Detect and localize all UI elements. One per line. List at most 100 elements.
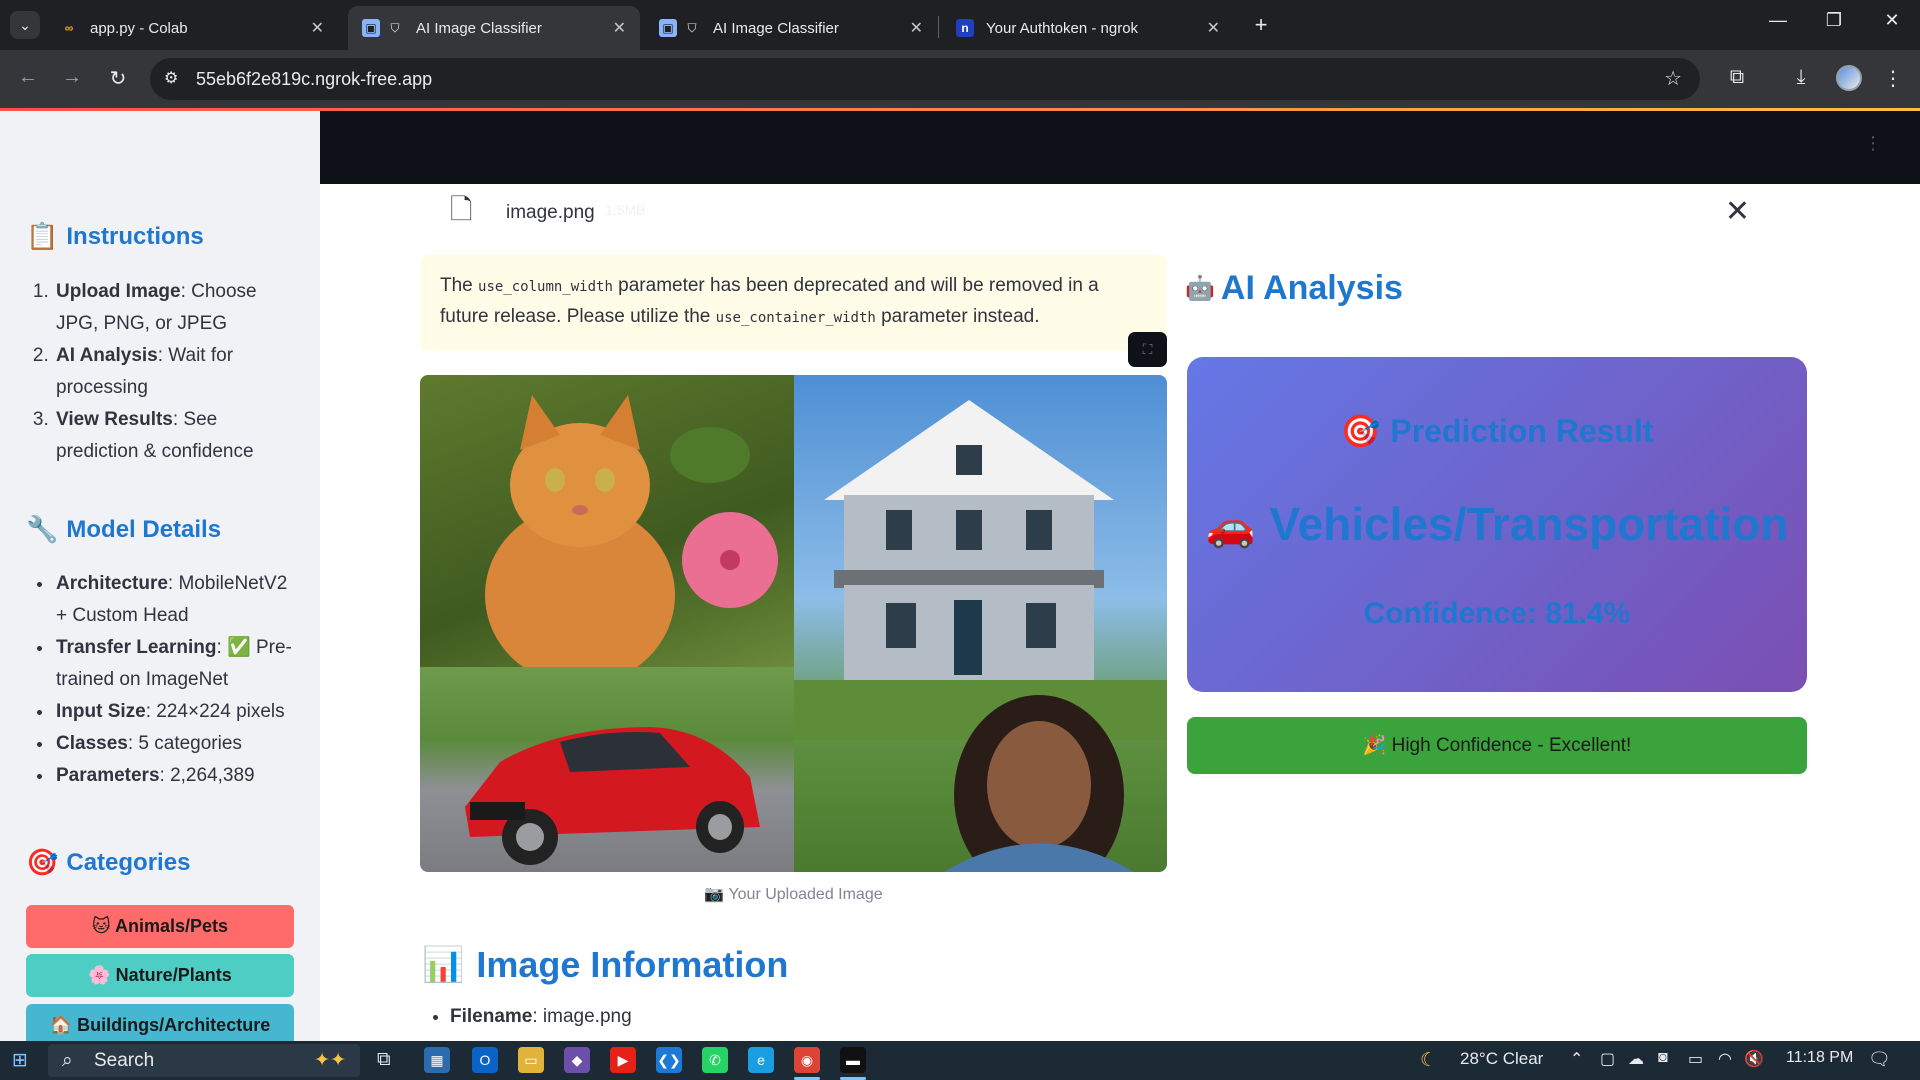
whatsapp-icon[interactable]: ✆ [702,1047,728,1073]
heading-text: Instructions [66,222,204,250]
address-bar[interactable]: ⚙ 55eb6f2e819c.ngrok-free.app ☆ [150,58,1700,100]
tray-chevron-icon[interactable]: ⌃ [1570,1049,1583,1069]
success-alert: 🎉 High Confidence - Excellent! [1187,717,1807,774]
item-bold: Input Size [56,701,146,722]
window-close-icon[interactable]: ✕ [1872,10,1912,31]
item-bold: View Results [56,409,173,430]
prediction-confidence: Confidence: 81.4% [1363,597,1631,630]
terminal-icon[interactable]: ▬ [840,1047,866,1073]
tab-ai-classifier-active[interactable]: ▣ ⛉ AI Image Classifier ✕ [348,6,640,50]
weather-text[interactable]: 28°C Clear [1460,1049,1543,1069]
tray-camera-icon[interactable]: ◙ [1658,1049,1668,1067]
heading-text: Model Details [66,515,222,543]
back-arrow-icon[interactable]: ← [14,66,42,89]
fullscreen-button[interactable]: ⛶ [1128,332,1167,367]
item-text: : 224×224 pixels [145,701,285,722]
streamlit-app: 📋 Instructions Upload Image: Choose JPG,… [0,111,1920,1041]
item-text: : image.png [532,1006,632,1027]
category-buildings-architecture[interactable]: 🏠 Buildings/Architecture [26,1004,294,1041]
minimize-icon[interactable]: — [1758,10,1798,31]
remove-file-icon[interactable]: ✕ [1725,194,1750,229]
file-icon: 🗋 [450,194,473,225]
wrench-icon: 🔧 [26,514,59,544]
tab-title: app.py - Colab [90,19,188,37]
item-text: : 2,264,389 [159,765,255,786]
prediction-card: 🎯 Prediction Result 🚗 Vehicles/Transportat… [1187,357,1807,692]
wifi-icon[interactable]: ◠ [1718,1049,1732,1069]
prediction-title: 🎯 Prediction Result [1187,412,1807,450]
onedrive-cloud-icon[interactable]: ☁ [1628,1049,1644,1069]
outlook-icon[interactable]: O [472,1047,498,1073]
taskbar-search[interactable]: ⌕ Search ✦✦ [48,1044,360,1077]
instructions-list: Upload Image: Choose JPG, PNG, or JPEG A… [26,276,301,468]
target-icon: 🎯 [1340,413,1381,449]
vscode-icon[interactable]: ❮❯ [656,1047,682,1073]
task-view-icon[interactable]: ⧉ [377,1049,391,1071]
search-placeholder: Search [94,1050,155,1071]
store-icon[interactable]: ▦ [424,1047,450,1073]
image-information-heading: 📊 Image Information [422,944,788,986]
prediction-title-text: Prediction Result [1390,413,1654,449]
bookmark-star-icon[interactable]: ☆ [1664,66,1682,91]
category-animals-pets[interactable]: 🐱 Animals/Pets [26,905,294,948]
moon-weather-icon: ☾ [1420,1050,1438,1071]
tab-ngrok[interactable]: n Your Authtoken - ngrok ✕ [942,6,1234,50]
clipboard-icon: 📋 [26,221,59,251]
file-name: image.png [506,202,595,223]
tab-title: Your Authtoken - ngrok [986,19,1139,37]
site-info-icon[interactable]: ⚙ [164,68,178,88]
shield-icon: ⛉ [687,21,697,35]
list-item: Transfer Learning: ✅ Pre-trained on Imag… [54,632,301,696]
target-icon: 🎯 [26,847,59,877]
battery-icon[interactable]: ▭ [1688,1049,1703,1069]
tab-search-chevron-icon[interactable]: ⌄ [10,11,40,39]
prediction-class-text: Vehicles/Transportation [1269,498,1789,550]
close-icon[interactable]: ✕ [311,18,324,38]
clock-time[interactable]: 11:18 PM [1786,1049,1853,1067]
list-item: Filename: image.png [450,1006,632,1028]
heading-text: Categories [66,848,191,876]
extensions-icon[interactable]: ⧉ [1724,66,1750,89]
ngrok-icon: n [956,19,974,37]
car-icon: 🚗 [1205,505,1256,549]
security-app-icon[interactable]: ◆ [564,1047,590,1073]
more-menu-icon[interactable]: ⋮ [1880,66,1906,91]
youtube-icon[interactable]: ▶ [610,1047,636,1073]
forward-arrow-icon[interactable]: → [58,66,86,89]
uploaded-file-row: 🗋 image.png 1.5MB ✕ [420,186,1780,242]
close-icon[interactable]: ✕ [910,18,923,38]
volume-muted-icon[interactable]: 🔇 [1744,1049,1764,1069]
item-bold: Transfer Learning [56,637,217,658]
file-explorer-icon[interactable]: ▭ [518,1047,544,1073]
main-menu-icon[interactable]: ⋮ [1864,133,1882,154]
tab-colab[interactable]: ∞ app.py - Colab ✕ [46,6,338,50]
list-item: Architecture: MobileNetV2 + Custom Head [54,568,301,632]
item-bold: Filename [450,1006,533,1027]
windows-taskbar: ⊞ ⌕ Search ✦✦ ⧉ ▦ O ▭ ◆ ▶ ❮❯ ✆ e ◉ ▬ ☾ 2… [0,1041,1920,1080]
item-bold: AI Analysis [56,345,158,366]
warning-code: use_column_width [478,279,613,295]
new-tab-button[interactable]: + [1247,12,1275,38]
image-caption: 📷 Your Uploaded Image [704,886,883,903]
tab-ai-classifier[interactable]: ▣ ⛉ AI Image Classifier ✕ [645,6,937,50]
reload-icon[interactable]: ↻ [104,66,132,91]
cat-photo [420,375,794,667]
car-photo [420,667,794,872]
item-bold: Classes [56,733,128,754]
prediction-class: 🚗 Vehicles/Transportation [1187,497,1807,551]
windows-start-icon[interactable]: ⊞ [12,1049,28,1072]
category-nature-plants[interactable]: 🌸 Nature/Plants [26,954,294,997]
item-text: : 5 categories [127,733,242,754]
restore-icon[interactable]: ❐ [1814,10,1854,31]
chrome-icon[interactable]: ◉ [794,1047,820,1073]
uploaded-image [420,375,1167,872]
edge-icon[interactable]: e [748,1047,774,1073]
profile-avatar[interactable] [1836,65,1862,91]
notification-icon[interactable]: 🗨 [1868,1049,1891,1070]
close-icon[interactable]: ✕ [1207,18,1220,38]
image-information-list: Filename: image.png [422,1006,632,1028]
url-text[interactable]: 55eb6f2e819c.ngrok-free.app [196,69,432,90]
tray-app-icon[interactable]: ▢ [1600,1049,1615,1069]
close-icon[interactable]: ✕ [613,18,626,38]
download-icon[interactable]: ⤓ [1788,66,1814,89]
